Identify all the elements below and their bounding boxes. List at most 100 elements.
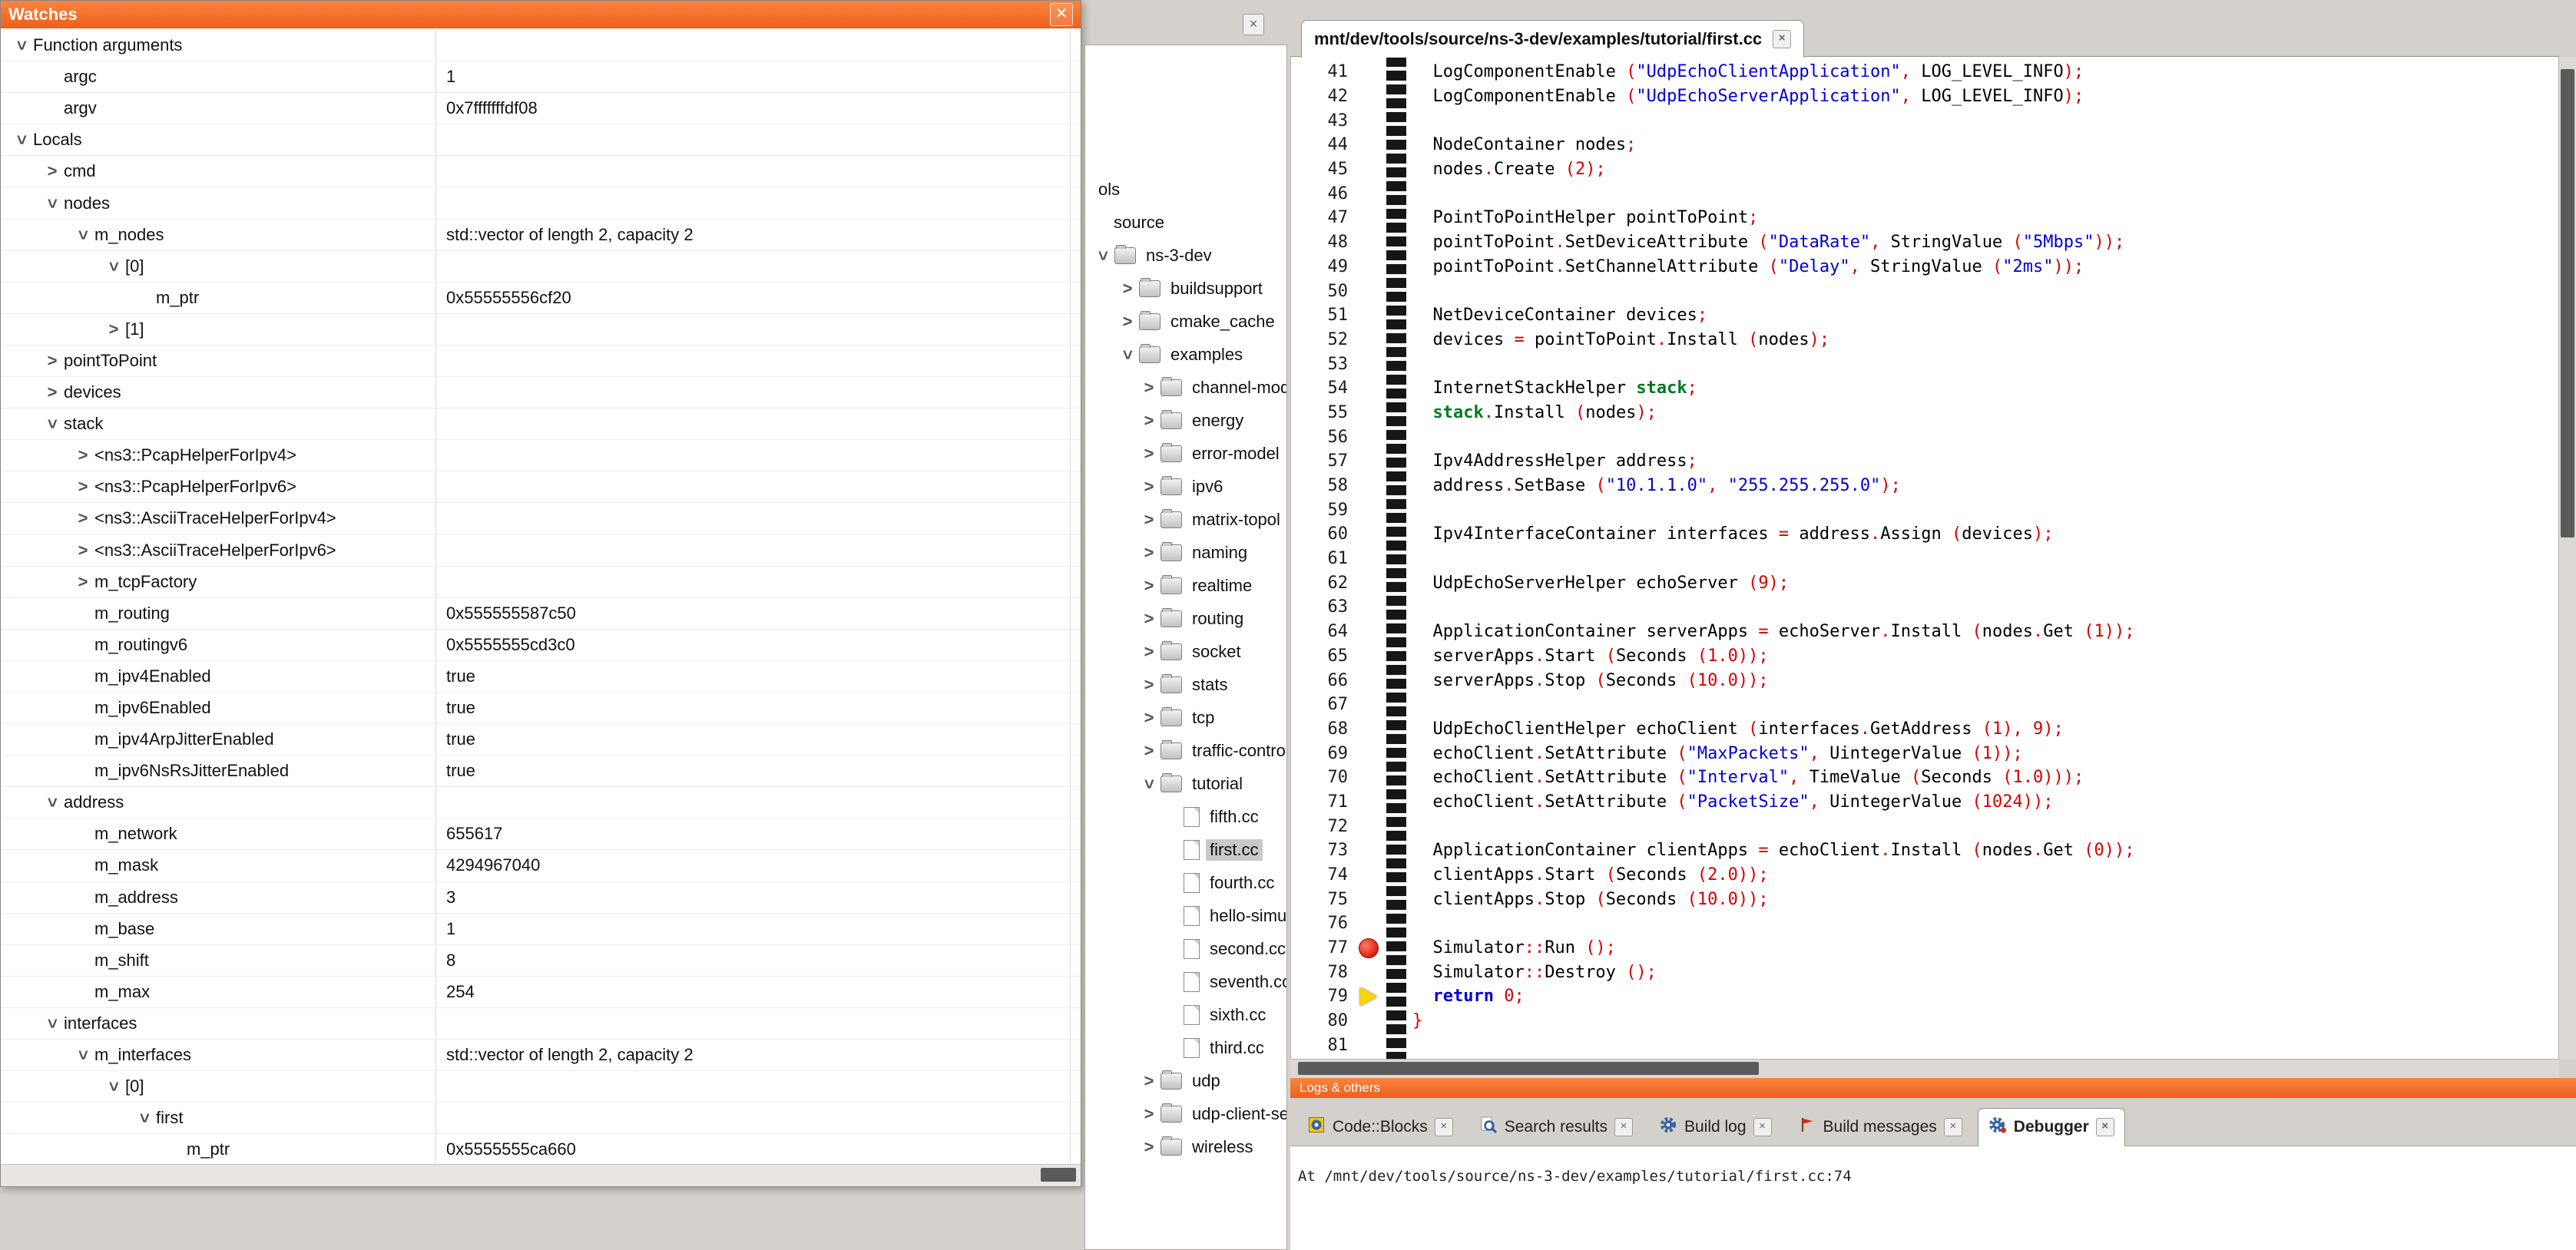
- line-number[interactable]: 62: [1291, 574, 1353, 593]
- breakpoint-margin[interactable]: [1353, 911, 1386, 936]
- chevron-icon[interactable]: >: [71, 445, 94, 465]
- watches-titlebar[interactable]: Watches ✕: [1, 1, 1081, 28]
- watch-row[interactable]: >stack: [1, 408, 1081, 440]
- chevron-icon[interactable]: >: [1137, 543, 1161, 563]
- code-line[interactable]: 71 echoClient.SetAttribute ("PacketSize"…: [1291, 790, 2559, 815]
- tab-debugger[interactable]: Debugger×: [1978, 1108, 2125, 1146]
- line-number[interactable]: 66: [1291, 671, 1353, 690]
- chevron-icon[interactable]: >: [1137, 510, 1161, 530]
- chevron-icon[interactable]: >: [71, 572, 94, 592]
- tree-item[interactable]: >examples: [1085, 338, 1286, 371]
- breakpoint-margin[interactable]: [1353, 790, 1386, 815]
- chevron-icon[interactable]: >: [134, 1106, 154, 1129]
- chevron-icon[interactable]: >: [73, 1043, 93, 1066]
- code-line[interactable]: 53: [1291, 352, 2559, 376]
- tree-item[interactable]: >ns-3-dev: [1085, 239, 1286, 272]
- tree-item[interactable]: source: [1085, 206, 1286, 239]
- breakpoint-margin[interactable]: [1353, 936, 1386, 961]
- watch-row[interactable]: >argv0x7fffffffdf08: [1, 93, 1081, 124]
- chevron-icon[interactable]: >: [1137, 741, 1161, 761]
- chevron-icon[interactable]: >: [1116, 312, 1139, 332]
- watch-row[interactable]: >[0]: [1, 1071, 1081, 1103]
- editor-hscrollbar[interactable]: [1290, 1059, 2559, 1078]
- breakpoint-margin[interactable]: [1353, 84, 1386, 109]
- tab-code-blocks[interactable]: Code::Blocks×: [1296, 1108, 1464, 1146]
- breakpoint-margin[interactable]: [1353, 522, 1386, 547]
- line-number[interactable]: 50: [1291, 282, 1353, 301]
- watch-row[interactable]: >[0]: [1, 251, 1081, 283]
- breakpoint-margin[interactable]: [1353, 157, 1386, 182]
- line-number[interactable]: 78: [1291, 963, 1353, 982]
- chevron-icon[interactable]: >: [1139, 772, 1159, 795]
- line-number[interactable]: 51: [1291, 306, 1353, 325]
- breakpoint-marker[interactable]: [1359, 938, 1379, 958]
- tree-item[interactable]: >error-model: [1085, 437, 1286, 470]
- tree-item[interactable]: >naming: [1085, 536, 1286, 569]
- breakpoint-margin[interactable]: [1353, 984, 1386, 1009]
- breakpoint-margin[interactable]: [1353, 766, 1386, 790]
- chevron-icon[interactable]: >: [71, 508, 94, 528]
- line-number[interactable]: 57: [1291, 451, 1353, 471]
- code-area[interactable]: 41 LogComponentEnable ("UdpEchoClientApp…: [1290, 57, 2559, 1060]
- watch-row[interactable]: >m_nodesstd::vector of length 2, capacit…: [1, 220, 1081, 251]
- chevron-icon[interactable]: >: [42, 192, 62, 215]
- chevron-icon[interactable]: >: [42, 1012, 62, 1035]
- code-line[interactable]: 43: [1291, 108, 2559, 133]
- editor-hscrollbar-thumb[interactable]: [1298, 1062, 1759, 1075]
- code-line[interactable]: 42 LogComponentEnable ("UdpEchoServerApp…: [1291, 84, 2559, 109]
- chevron-icon[interactable]: >: [41, 382, 64, 402]
- breakpoint-margin[interactable]: [1353, 474, 1386, 498]
- line-number[interactable]: 68: [1291, 719, 1353, 739]
- tree-item[interactable]: seventh.cc: [1085, 965, 1286, 998]
- code-line[interactable]: 55 stack.Install (nodes);: [1291, 401, 2559, 425]
- watch-row[interactable]: >devices: [1, 377, 1081, 408]
- tree-item[interactable]: ols: [1085, 173, 1286, 206]
- watch-row[interactable]: >m_ipv4ArpJitterEnabledtrue: [1, 724, 1081, 756]
- line-number[interactable]: 80: [1291, 1011, 1353, 1030]
- chevron-icon[interactable]: >: [1117, 343, 1137, 366]
- watches-hscrollbar[interactable]: [1, 1164, 1081, 1186]
- code-line[interactable]: 74 clientApps.Start (Seconds (2.0));: [1291, 863, 2559, 888]
- breakpoint-margin[interactable]: [1353, 352, 1386, 376]
- line-number[interactable]: 44: [1291, 135, 1353, 154]
- code-line[interactable]: 79 return 0;: [1291, 984, 2559, 1009]
- chevron-icon[interactable]: >: [1137, 708, 1161, 728]
- breakpoint-margin[interactable]: [1353, 425, 1386, 449]
- line-number[interactable]: 59: [1291, 501, 1353, 520]
- chevron-icon[interactable]: >: [1137, 609, 1161, 629]
- line-number[interactable]: 76: [1291, 914, 1353, 933]
- tree-item[interactable]: >traffic-contro: [1085, 734, 1286, 767]
- chevron-icon[interactable]: >: [71, 541, 94, 561]
- tree-item[interactable]: second.cc: [1085, 932, 1286, 965]
- watch-row[interactable]: >m_ptr0x5555555ca660: [1, 1134, 1081, 1165]
- watches-hscrollbar-thumb[interactable]: [1041, 1168, 1076, 1182]
- chevron-icon[interactable]: >: [1137, 576, 1161, 596]
- tab-build-messages[interactable]: Build messages×: [1787, 1108, 1973, 1146]
- editor-tab-first-cc[interactable]: mnt/dev/tools/source/ns-3-dev/examples/t…: [1301, 20, 1804, 58]
- code-line[interactable]: 59: [1291, 498, 2559, 522]
- tree-item[interactable]: hello-simul: [1085, 899, 1286, 932]
- breakpoint-margin[interactable]: [1353, 60, 1386, 84]
- breakpoint-margin[interactable]: [1353, 255, 1386, 279]
- line-number[interactable]: 77: [1291, 938, 1353, 957]
- tree-item[interactable]: fifth.cc: [1085, 800, 1286, 833]
- logs-header[interactable]: Logs & others: [1290, 1078, 2576, 1098]
- code-line[interactable]: 57 Ipv4AddressHelper address;: [1291, 449, 2559, 474]
- tree-item[interactable]: >routing: [1085, 602, 1286, 635]
- watch-row[interactable]: ><ns3::PcapHelperForIpv4>: [1, 440, 1081, 471]
- line-number[interactable]: 61: [1291, 549, 1353, 568]
- close-tab-icon[interactable]: ×: [1435, 1118, 1453, 1136]
- line-number[interactable]: 49: [1291, 257, 1353, 276]
- code-line[interactable]: 61: [1291, 547, 2559, 571]
- code-line[interactable]: 68 UdpEchoClientHelper echoClient (inter…: [1291, 717, 2559, 742]
- tree-item[interactable]: sixth.cc: [1085, 998, 1286, 1031]
- code-line[interactable]: 65 serverApps.Start (Seconds (1.0));: [1291, 644, 2559, 669]
- code-line[interactable]: 62 UdpEchoServerHelper echoServer (9);: [1291, 570, 2559, 595]
- chevron-icon[interactable]: >: [42, 791, 62, 814]
- watch-row[interactable]: >m_shift8: [1, 945, 1081, 977]
- watch-row[interactable]: >m_ptr0x55555556cf20: [1, 283, 1081, 314]
- watch-row[interactable]: >interfaces: [1, 1008, 1081, 1040]
- code-line[interactable]: 50: [1291, 279, 2559, 303]
- line-number[interactable]: 47: [1291, 208, 1353, 227]
- breakpoint-margin[interactable]: [1353, 376, 1386, 401]
